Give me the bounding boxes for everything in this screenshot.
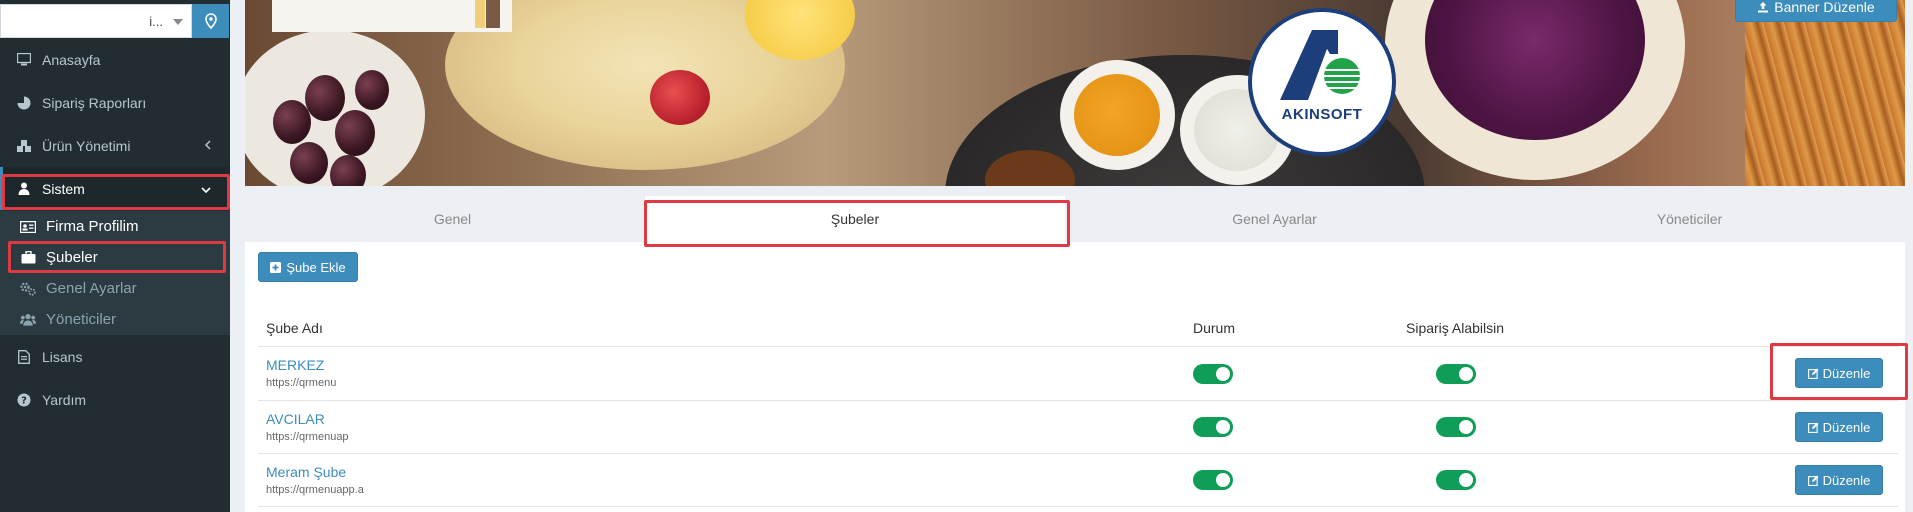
banner-white-block — [272, 0, 512, 32]
status-toggle[interactable] — [1193, 470, 1233, 490]
content-panel — [245, 196, 1905, 512]
sidebar-item-label: Lisans — [42, 348, 83, 365]
plus-square-icon — [270, 261, 282, 273]
edit-icon — [1807, 368, 1819, 379]
users-icon — [20, 312, 36, 328]
sidebar-item-yardim[interactable]: ? Yardım — [0, 378, 230, 421]
chevron-left-icon — [204, 138, 212, 154]
logo-text: AKINSOFT — [1281, 106, 1363, 123]
status-toggle[interactable] — [1193, 417, 1233, 437]
branch-name-link[interactable]: AVCILAR — [266, 411, 325, 427]
sidebar-subitem-label: Firma Profilim — [46, 218, 139, 235]
edit-label: Düzenle — [1822, 472, 1871, 488]
desktop-icon — [16, 52, 32, 68]
akinsoft-logo-mark — [1280, 30, 1360, 100]
restaurant-select-value: i... — [149, 14, 163, 29]
location-pin-icon — [204, 13, 217, 29]
upload-icon — [1758, 2, 1769, 13]
can-order-toggle[interactable] — [1436, 417, 1476, 437]
id-card-icon — [20, 219, 36, 235]
branch-name-link[interactable]: MERKEZ — [266, 357, 324, 373]
banner-edit-label: Banner Düzenle — [1774, 0, 1875, 15]
akinsoft-logo: AKINSOFT — [1248, 8, 1396, 156]
banner-tomato — [650, 70, 710, 125]
edit-icon — [1807, 422, 1819, 433]
sidebar-item-label: Sipariş Raporları — [42, 94, 147, 111]
edit-label: Düzenle — [1822, 365, 1871, 381]
tab-genel-ayarlar[interactable]: Genel Ayarlar — [1067, 196, 1482, 242]
column-header-name: Şube Adı — [266, 320, 323, 336]
sidebar-item-label: Sistem — [42, 180, 85, 197]
sidebar-subitem-label: Şubeler — [46, 249, 98, 266]
banner-edit-button[interactable]: Banner Düzenle — [1735, 0, 1897, 22]
tab-bar: Genel Şubeler Genel Ayarlar Yöneticiler — [245, 196, 1905, 242]
svg-text:?: ? — [21, 395, 27, 406]
sidebar-item-siparis-raporlari[interactable]: Sipariş Raporları — [0, 81, 230, 124]
edit-icon — [1807, 475, 1819, 486]
column-header-can-order: Sipariş Alabilsin — [1406, 320, 1505, 336]
row-divider — [258, 506, 1898, 507]
branch-url: https://qrmenu — [266, 377, 337, 389]
edit-label: Düzenle — [1822, 419, 1871, 435]
tab-label: Şubeler — [830, 211, 880, 227]
branch-url: https://qrmenuap — [266, 431, 349, 443]
question-circle-icon: ? — [16, 392, 32, 408]
pie-chart-icon — [16, 95, 32, 111]
sidebar: i... Anasayfa Sipariş Raporları Ürün Yön… — [0, 0, 230, 512]
sidebar-subitem-yoneticiler[interactable]: Yöneticiler — [0, 304, 230, 335]
sidebar-subitem-label: Genel Ayarlar — [46, 280, 137, 297]
banner-image: AKINSOFT — [245, 0, 1905, 186]
cubes-icon — [16, 138, 32, 154]
row-divider — [258, 453, 1898, 454]
user-icon — [16, 181, 32, 197]
sidebar-item-urun-yonetimi[interactable]: Ürün Yönetimi — [0, 124, 230, 167]
edit-button[interactable]: Düzenle — [1795, 412, 1883, 442]
tab-genel[interactable]: Genel — [245, 196, 660, 242]
tab-yoneticiler[interactable]: Yöneticiler — [1482, 196, 1897, 242]
gears-icon — [20, 281, 36, 297]
sidebar-item-anasayfa[interactable]: Anasayfa — [0, 38, 230, 81]
tab-label: Yöneticiler — [1656, 211, 1723, 227]
column-header-status: Durum — [1193, 320, 1236, 336]
sidebar-item-sistem[interactable]: Sistem — [0, 167, 230, 210]
sidebar-subitem-firma-profilim[interactable]: Firma Profilim — [0, 211, 230, 242]
edit-button[interactable]: Düzenle — [1795, 358, 1883, 388]
sidebar-item-label: Yardım — [42, 391, 87, 408]
banner-orange-sauce — [1060, 60, 1175, 170]
chevron-down-icon — [200, 181, 212, 197]
banner-olive-bowl — [245, 30, 425, 186]
can-order-toggle[interactable] — [1436, 364, 1476, 384]
branch-name-link[interactable]: Meram Şube — [266, 464, 346, 480]
branch-url: https://qrmenuapp.a — [266, 484, 364, 496]
banner-fries — [1745, 0, 1905, 186]
tab-label: Genel — [433, 211, 472, 227]
header-divider — [258, 346, 1898, 347]
briefcase-icon — [20, 250, 36, 266]
chevron-down-icon — [173, 19, 183, 25]
sidebar-subitem-label: Yöneticiler — [46, 311, 117, 328]
sidebar-item-label: Anasayfa — [42, 51, 101, 68]
location-pin-button[interactable] — [192, 4, 229, 38]
add-branch-label: Şube Ekle — [286, 259, 346, 275]
sidebar-item-lisans[interactable]: Lisans — [0, 335, 230, 378]
restaurant-select[interactable]: i... — [0, 4, 192, 38]
banner-red-cabbage — [1385, 0, 1685, 180]
sidebar-subitem-subeler[interactable]: Şubeler — [0, 242, 230, 273]
add-branch-button[interactable]: Şube Ekle — [258, 252, 358, 282]
tab-label: Genel Ayarlar — [1232, 211, 1317, 227]
row-divider — [258, 400, 1898, 401]
status-toggle[interactable] — [1193, 364, 1233, 384]
sidebar-item-label: Ürün Yönetimi — [42, 137, 131, 154]
document-icon — [16, 349, 32, 365]
can-order-toggle[interactable] — [1436, 470, 1476, 490]
edit-button[interactable]: Düzenle — [1795, 465, 1883, 495]
sidebar-subitem-genel-ayarlar[interactable]: Genel Ayarlar — [0, 273, 230, 304]
tab-subeler[interactable]: Şubeler — [645, 196, 1065, 242]
